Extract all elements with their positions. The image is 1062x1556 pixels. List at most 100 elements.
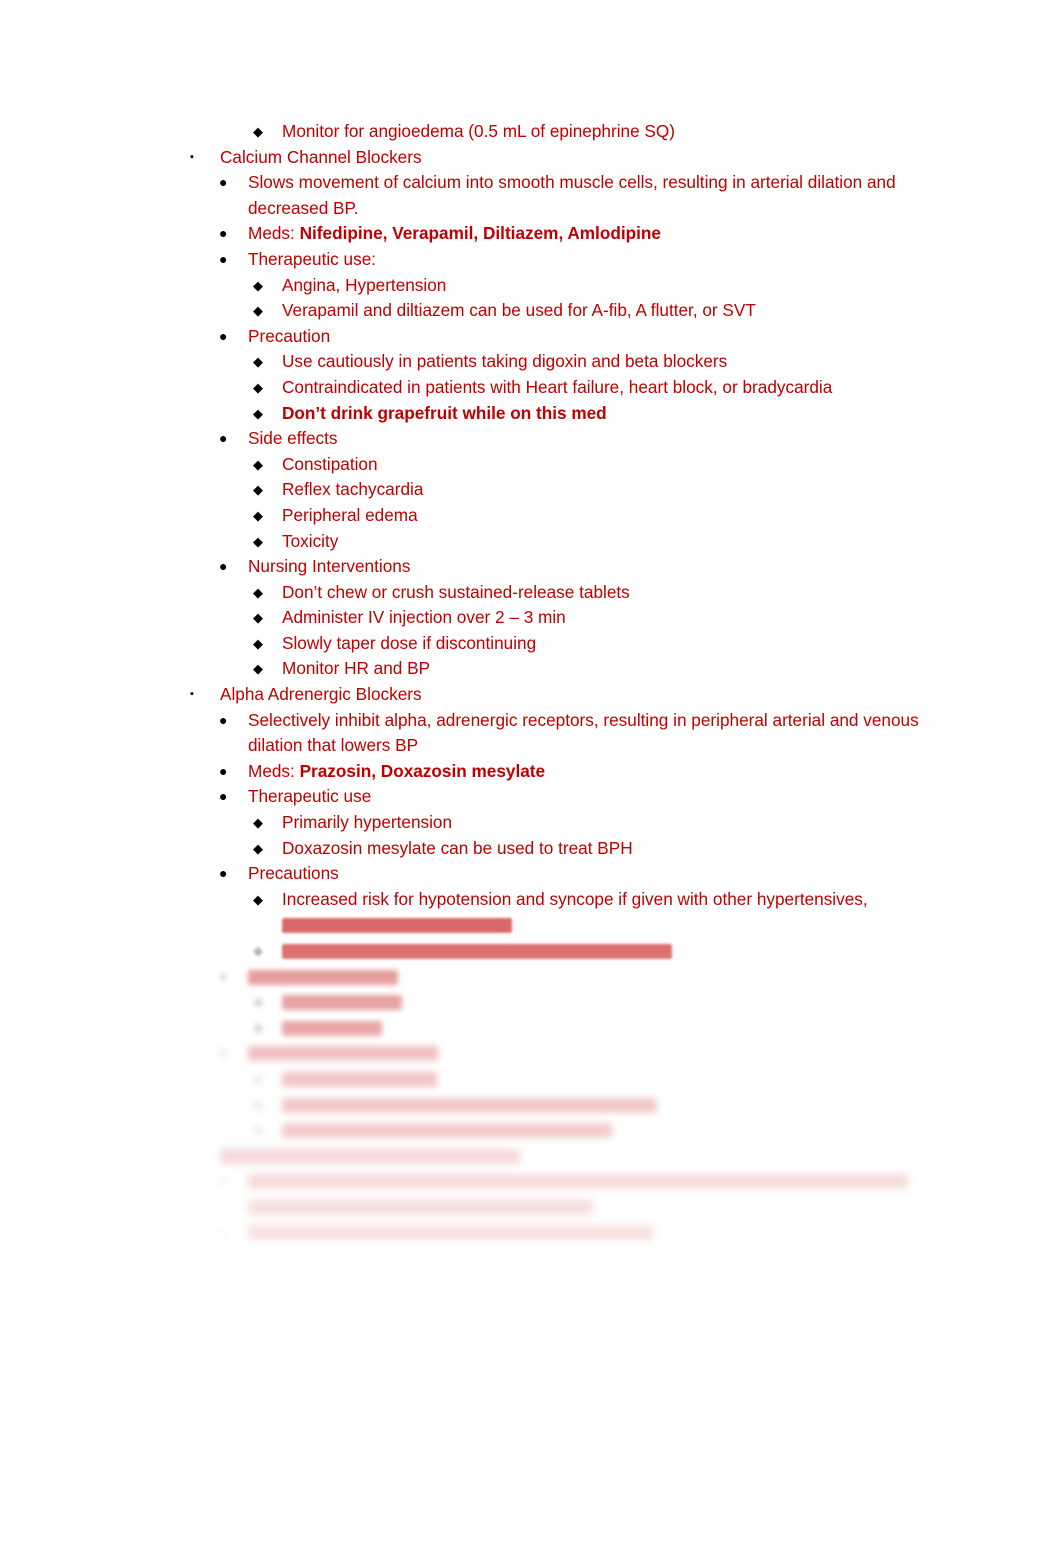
illegible-text-bar <box>282 918 512 934</box>
illegible-text-bar <box>282 1071 437 1087</box>
round-bullet-icon: ● <box>219 1044 228 1061</box>
list-item-text: Administer IV injection over 2 – 3 min <box>282 607 566 628</box>
illegible-list-item: ◆ <box>0 1066 1062 1092</box>
list-item-text: Peripheral edema <box>282 504 418 525</box>
diamond-bullet-icon: ◆ <box>253 405 263 421</box>
list-item-text: Monitor for angioedema (0.5 mL of epinep… <box>282 121 675 141</box>
list-item-text: Nursing Interventions <box>248 556 411 577</box>
list-item: ● Selectively inhibit alpha, adrenergic … <box>0 708 1062 759</box>
list-item-text: Don’t drink grapefruit while on this med <box>282 402 607 423</box>
list-item-text: Reflex tachycardia <box>282 479 424 500</box>
diamond-bullet-icon: ◆ <box>253 943 263 958</box>
round-bullet-icon: ● <box>219 174 228 191</box>
illegible-list-item: ● <box>0 964 1062 990</box>
diamond-bullet-icon: ◆ <box>253 482 263 498</box>
meds-label: Meds: <box>248 223 300 244</box>
illegible-list-item <box>0 912 1062 938</box>
diamond-bullet-icon: ◆ <box>253 354 263 370</box>
diamond-bullet-icon: ◆ <box>253 124 263 139</box>
list-item: ◆ Increased risk for hypotension and syn… <box>0 887 1062 913</box>
list-item: ◆ Slowly taper dose if discontinuing <box>0 631 1062 657</box>
list-item: ◆ Monitor for angioedema (0.5 mL of epin… <box>0 119 1062 145</box>
list-item: ● Precautions <box>0 861 1062 887</box>
illegible-text-bar <box>282 1123 612 1139</box>
list-item: ▪ Alpha Adrenergic Blockers <box>0 682 1062 708</box>
document-body: ◆ Monitor for angioedema (0.5 mL of epin… <box>0 119 1062 1245</box>
list-item: ◆ Don’t chew or crush sustained-release … <box>0 580 1062 606</box>
list-item-text: Calcium Channel Blockers <box>220 146 422 167</box>
list-item: ◆ Use cautiously in patients taking digo… <box>0 349 1062 375</box>
list-item-text: Use cautiously in patients taking digoxi… <box>282 351 728 372</box>
illegible-text-bar <box>282 1020 382 1036</box>
meds-label: Meds: <box>248 760 300 781</box>
list-item: ● Meds: Prazosin, Doxazosin mesylate <box>0 759 1062 785</box>
list-item: ● Therapeutic use <box>0 784 1062 810</box>
illegible-list-item: ● <box>0 1220 1062 1246</box>
diamond-bullet-icon: ◆ <box>253 1096 263 1112</box>
diamond-bullet-icon: ◆ <box>253 1122 263 1138</box>
diamond-bullet-icon: ◆ <box>253 610 263 626</box>
list-item-text: Selectively inhibit alpha, adrenergic re… <box>248 709 919 756</box>
diamond-bullet-icon: ◆ <box>253 507 263 523</box>
diamond-bullet-icon: ◆ <box>253 584 263 600</box>
list-item: ● Therapeutic use: <box>0 247 1062 273</box>
illegible-text-bar <box>248 1199 593 1215</box>
round-bullet-icon: ● <box>219 327 228 344</box>
illegible-text-bar <box>220 1148 520 1164</box>
round-bullet-icon: ● <box>219 1223 228 1240</box>
round-bullet-icon: ● <box>219 430 228 447</box>
square-bullet-icon: ▪ <box>190 1148 194 1161</box>
list-item: ◆ Peripheral edema <box>0 503 1062 529</box>
list-item-text: Precautions <box>248 863 339 884</box>
list-item: ◆ Toxicity <box>0 529 1062 555</box>
illegible-list-item: ◆ <box>0 1117 1062 1143</box>
diamond-bullet-icon: ◆ <box>253 891 263 907</box>
list-item: ◆ Angina, Hypertension <box>0 273 1062 299</box>
illegible-text-bar <box>282 1097 657 1113</box>
list-item: ◆ Doxazosin mesylate can be used to trea… <box>0 836 1062 862</box>
list-item-text: Alpha Adrenergic Blockers <box>220 684 422 705</box>
round-bullet-icon: ● <box>219 558 228 575</box>
list-item-text: Side effects <box>248 428 338 449</box>
diamond-bullet-icon: ◆ <box>253 994 263 1010</box>
illegible-text-bar <box>248 969 398 985</box>
list-item: ◆ Don’t drink grapefruit while on this m… <box>0 401 1062 427</box>
round-bullet-icon: ● <box>219 865 228 882</box>
list-item: ● Meds: Nifedipine, Verapamil, Diltiazem… <box>0 221 1062 247</box>
diamond-bullet-icon: ◆ <box>253 635 263 651</box>
round-bullet-icon: ● <box>219 711 228 728</box>
square-bullet-icon: ▪ <box>190 688 194 701</box>
list-item-text: Doxazosin mesylate can be used to treat … <box>282 837 633 858</box>
diamond-bullet-icon: ◆ <box>253 1019 263 1035</box>
round-bullet-icon: ● <box>219 250 228 267</box>
illegible-list-item: ● <box>0 1168 1062 1194</box>
round-bullet-icon: ● <box>219 762 228 779</box>
list-item-text: Slowly taper dose if discontinuing <box>282 632 537 653</box>
illegible-list-item: ▪ <box>0 1143 1062 1169</box>
list-item-text: Increased risk for hypotension and synco… <box>282 888 868 909</box>
illegible-text-bar <box>248 1225 653 1241</box>
list-item-text: Monitor HR and BP <box>282 658 431 679</box>
list-item-text: Precaution <box>248 325 331 346</box>
list-item: ◆ Reflex tachycardia <box>0 477 1062 503</box>
list-item-text: Therapeutic use <box>248 786 372 807</box>
illegible-list-item: ◆ <box>0 1092 1062 1118</box>
diamond-bullet-icon: ◆ <box>253 456 263 472</box>
illegible-text-bar <box>248 1174 908 1190</box>
list-item: ● Slows movement of calcium into smooth … <box>0 170 1062 221</box>
list-item-text: Primarily hypertension <box>282 812 453 833</box>
diamond-bullet-icon: ◆ <box>253 1070 263 1086</box>
meds-list: Nifedipine, Verapamil, Diltiazem, Amlodi… <box>299 223 661 244</box>
list-item-text: Verapamil and diltiazem can be used for … <box>282 300 756 321</box>
list-item-text: Therapeutic use: <box>248 248 377 269</box>
illegible-text-bar <box>282 995 402 1011</box>
list-item: ◆ Verapamil and diltiazem can be used fo… <box>0 298 1062 324</box>
list-item: ● Side effects <box>0 426 1062 452</box>
illegible-list-item <box>0 1194 1062 1220</box>
round-bullet-icon: ● <box>219 1172 228 1189</box>
round-bullet-icon: ● <box>219 967 228 984</box>
list-item-text: Contraindicated in patients with Heart f… <box>282 376 833 397</box>
list-item-text: Slows movement of calcium into smooth mu… <box>248 172 896 218</box>
diamond-bullet-icon: ◆ <box>253 379 263 395</box>
illegible-text-bar <box>282 943 672 959</box>
